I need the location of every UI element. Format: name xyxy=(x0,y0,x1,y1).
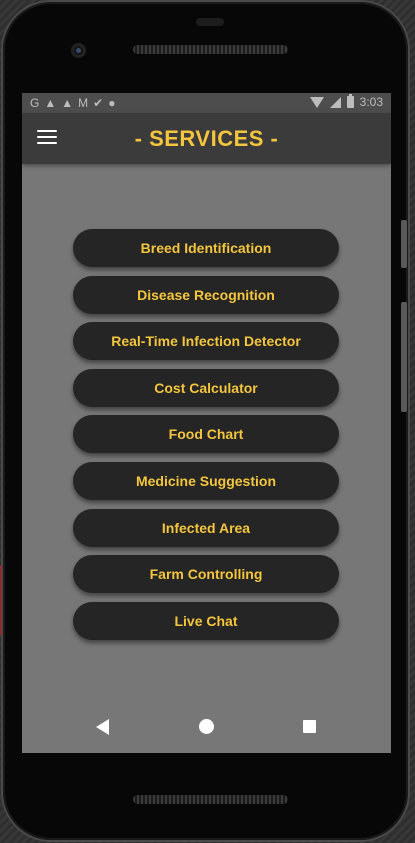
download-done-icon: ✔ xyxy=(93,96,104,110)
disease-recognition-button[interactable]: Disease Recognition xyxy=(73,275,339,314)
app-bar: - SERVICES - xyxy=(22,113,391,164)
bottom-speaker-grille xyxy=(133,795,288,804)
signal-icon xyxy=(329,96,341,108)
wifi-icon xyxy=(309,96,324,108)
navigation-bar xyxy=(22,706,391,748)
medicine-suggestion-button[interactable]: Medicine Suggestion xyxy=(73,461,339,500)
live-chat-button[interactable]: Live Chat xyxy=(73,601,339,640)
volume-button xyxy=(401,302,407,412)
system-icons: 3:03 xyxy=(309,94,383,109)
notification-icons: G ▲ ▲ M ✔ ● xyxy=(30,95,115,111)
home-icon[interactable] xyxy=(199,719,214,734)
infected-area-button[interactable]: Infected Area xyxy=(73,508,339,547)
food-chart-button[interactable]: Food Chart xyxy=(73,415,339,454)
status-bar: G ▲ ▲ M ✔ ● 3:03 xyxy=(22,93,391,113)
sync-icon: ● xyxy=(108,96,116,110)
top-speaker-grille xyxy=(133,45,288,54)
drive-icon-2: ▲ xyxy=(61,96,74,110)
google-icon: G xyxy=(30,96,40,110)
farm-controlling-button[interactable]: Farm Controlling xyxy=(73,555,339,594)
power-button xyxy=(401,220,407,268)
status-clock: 3:03 xyxy=(359,95,383,109)
breed-identification-button[interactable]: Breed Identification xyxy=(73,229,339,267)
recents-icon[interactable] xyxy=(303,720,316,733)
drive-icon: ▲ xyxy=(44,96,57,110)
gmail-icon: M xyxy=(78,96,89,110)
battery-icon xyxy=(346,94,354,108)
front-camera-icon xyxy=(71,43,86,58)
services-list: Breed Identification Disease Recognition… xyxy=(73,229,339,648)
cost-calculator-button[interactable]: Cost Calculator xyxy=(73,368,339,407)
app-screen: G ▲ ▲ M ✔ ● 3:03 - SERVICES - Breed Iden… xyxy=(22,93,391,753)
back-icon[interactable] xyxy=(96,719,109,735)
page-title: - SERVICES - xyxy=(134,126,279,151)
earpiece xyxy=(196,18,224,26)
infection-detector-button[interactable]: Real-Time Infection Detector xyxy=(73,322,339,361)
